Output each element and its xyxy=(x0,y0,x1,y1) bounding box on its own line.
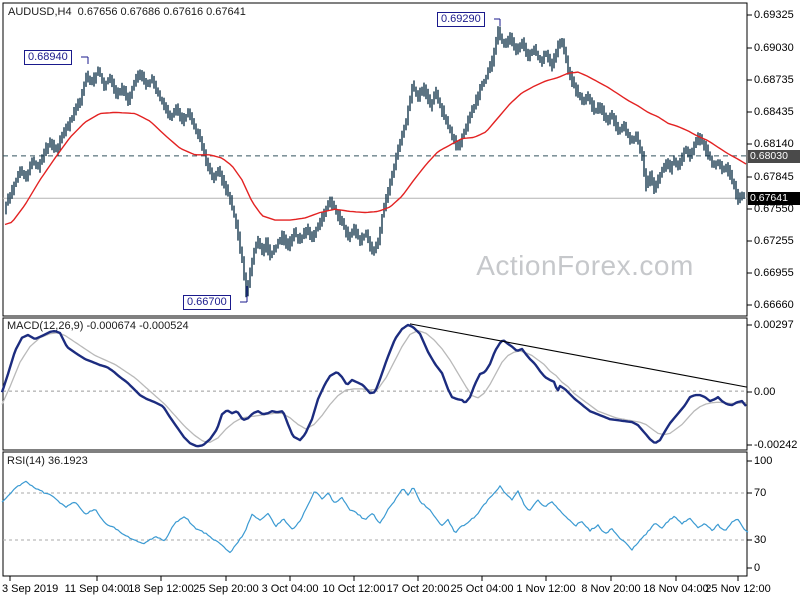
price-axis-tick-label: 0.68140 xyxy=(754,138,794,150)
rsi-axis-tick-label: 30 xyxy=(754,534,767,546)
macd-axis-tick-label: 0.00297 xyxy=(754,319,794,331)
watermark: ActionForex.com xyxy=(476,250,694,281)
price-axis-tick-label: 0.67255 xyxy=(754,235,794,247)
price-annotation-high-sep: 0.68940 xyxy=(24,50,72,65)
axis-ticks xyxy=(9,14,752,581)
macd-axis-tick-label: -0.00242 xyxy=(754,439,798,451)
current-price-tag: 0.67641 xyxy=(748,192,800,205)
time-axis-tick-label: 3 Sep 2019 xyxy=(2,583,59,595)
price-axis-tick-label: 0.68735 xyxy=(754,74,794,86)
rsi-line xyxy=(1,480,749,554)
time-axis-tick-label: 25 Nov 12:00 xyxy=(705,583,771,595)
price-axis-tick-label: 0.69325 xyxy=(754,9,794,21)
price-axis-tick-label: 0.66955 xyxy=(754,267,794,279)
macd-header: MACD(12,26,9) -0.000674 -0.000524 xyxy=(7,320,189,332)
macd-axis-tick-label: 0.00 xyxy=(754,386,776,398)
rsi-axis-tick-label: 70 xyxy=(754,487,767,499)
chart-canvas[interactable] xyxy=(0,0,800,600)
symbol-ohlc-header: AUDUSD,H4 0.67656 0.67686 0.67616 0.6764… xyxy=(8,6,246,18)
price-annotation-top-oct: 0.69290 xyxy=(437,12,485,27)
annotation-connectors xyxy=(81,18,501,303)
rsi-axis-tick-label: 100 xyxy=(754,455,773,467)
macd-signal-line xyxy=(1,329,747,443)
price-annotation-low-oct: 0.66700 xyxy=(183,295,231,310)
price-axis-tick-label: 0.69030 xyxy=(754,42,794,54)
price-level-lines xyxy=(3,155,747,199)
level-price-tag: 0.68030 xyxy=(748,150,800,163)
price-axis-tick-label: 0.68435 xyxy=(754,106,794,118)
macd-main-line xyxy=(0,323,747,448)
rsi-axis-tick-label: 0 xyxy=(754,562,761,574)
rsi-header: RSI(14) 36.1923 xyxy=(7,455,88,467)
chart-window: ActionForex.com AUDUSD,H4 0.67656 0.6768… xyxy=(0,0,800,600)
price-axis-tick-label: 0.67845 xyxy=(754,171,794,183)
price-axis-tick-label: 0.66660 xyxy=(754,299,794,311)
